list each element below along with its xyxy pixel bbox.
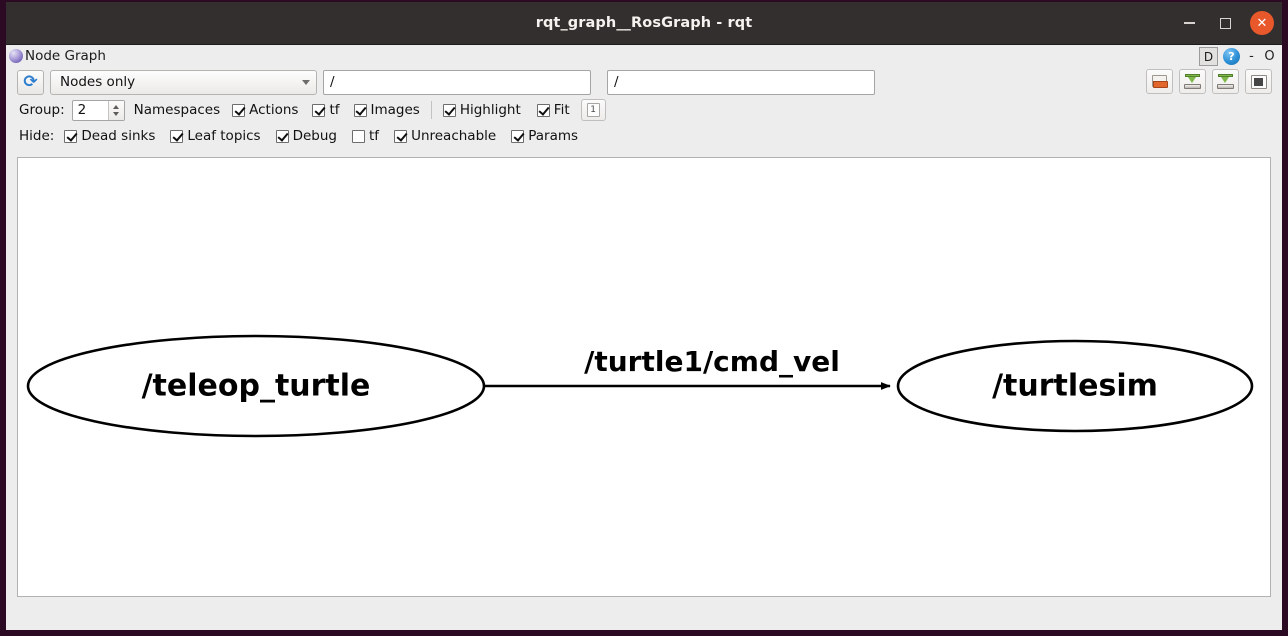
help-icon[interactable]: ? — [1223, 48, 1240, 65]
checkbox-debug[interactable]: Debug — [275, 128, 338, 144]
chevron-down-icon[interactable] — [113, 111, 120, 116]
toolbar-actions — [1146, 69, 1272, 94]
checkbox-leaf-topics-label: Leaf topics — [187, 128, 261, 144]
node-label: /teleop_turtle — [142, 369, 371, 404]
toolbar-group-row: Group: 2 Namespaces Actions tf Images Hi… — [6, 97, 1282, 123]
graph-node-turtlesim[interactable]: /turtlesim — [896, 339, 1254, 433]
maximize-icon[interactable] — [1214, 12, 1236, 34]
checkbox-actions-box[interactable] — [232, 103, 246, 117]
group-label: Group: — [19, 102, 65, 118]
open-folder-icon — [1151, 75, 1168, 88]
save-image-icon — [1217, 74, 1234, 89]
sphere-icon — [9, 49, 23, 63]
checkbox-highlight-label: Highlight — [459, 102, 521, 118]
checkbox-leaf-topics[interactable]: Leaf topics — [170, 128, 261, 144]
toolbar-primary: ⟳ Nodes only / / — [6, 67, 1282, 97]
checkbox-leaf-topics-box[interactable] — [170, 129, 184, 143]
checkbox-highlight-box[interactable] — [442, 103, 456, 117]
checkbox-hide-tf-label: tf — [369, 128, 380, 144]
group-depth-value[interactable]: 2 — [73, 101, 108, 120]
node-filter-input[interactable]: / — [607, 69, 875, 95]
app-window: rqt_graph__RosGraph - rqt ✕ Node Graph D… — [0, 0, 1288, 636]
checkbox-params[interactable]: Params — [511, 128, 578, 144]
load-dot-button[interactable] — [1146, 69, 1173, 94]
checkbox-fit-box[interactable] — [536, 103, 550, 117]
dock-widget-title: Node Graph — [25, 48, 106, 64]
checkbox-unreachable-label: Unreachable — [411, 128, 497, 144]
edge-label: /turtle1/cmd_vel — [584, 345, 840, 378]
graph-node-teleop-turtle[interactable]: /teleop_turtle — [26, 334, 486, 438]
checkbox-dead-sinks-label: Dead sinks — [81, 128, 156, 144]
dock-widget-controls: D ? - O — [1199, 47, 1276, 66]
ros-node-graph[interactable]: /turtle1/cmd_vel /teleop_turtle /turtles… — [18, 158, 1271, 596]
toolbar-separator — [430, 101, 432, 119]
node-label: /turtlesim — [992, 369, 1158, 404]
checkbox-actions[interactable]: Actions — [232, 102, 298, 118]
window-titlebar: rqt_graph__RosGraph - rqt ✕ — [6, 2, 1282, 45]
zoom-reset-button[interactable]: 1 — [580, 99, 606, 121]
fit-screen-button[interactable] — [1245, 69, 1272, 94]
namespaces-label: Namespaces — [133, 102, 221, 118]
checkbox-params-box[interactable] — [511, 129, 525, 143]
group-depth-spin-buttons[interactable] — [107, 100, 124, 120]
group-depth-stepper[interactable]: 2 — [71, 99, 125, 121]
minimize-icon[interactable] — [1178, 12, 1200, 34]
dock-d-button[interactable]: D — [1199, 47, 1218, 66]
graph-canvas[interactable]: /turtle1/cmd_vel /teleop_turtle /turtles… — [17, 157, 1271, 597]
refresh-icon: ⟳ — [23, 71, 38, 92]
window-title: rqt_graph__RosGraph - rqt — [535, 15, 753, 31]
checkbox-fit-label: Fit — [553, 102, 570, 118]
screen-icon — [1250, 74, 1267, 89]
dock-float-icon[interactable]: - — [1245, 49, 1258, 64]
checkbox-unreachable[interactable]: Unreachable — [394, 128, 496, 144]
checkbox-highlight[interactable]: Highlight — [442, 102, 521, 118]
checkbox-images-label: Images — [370, 102, 420, 118]
hide-label: Hide: — [19, 128, 55, 144]
chevron-up-icon[interactable] — [113, 104, 120, 109]
checkbox-params-label: Params — [528, 128, 579, 144]
checkbox-hide-tf-box[interactable] — [352, 129, 366, 143]
refresh-button[interactable]: ⟳ — [17, 69, 44, 95]
checkbox-hide-tf[interactable]: tf — [352, 128, 379, 144]
checkbox-debug-label: Debug — [292, 128, 338, 144]
save-image-button[interactable] — [1212, 69, 1239, 94]
window-controls: ✕ — [1178, 2, 1274, 44]
checkbox-tf-box[interactable] — [312, 103, 326, 117]
checkbox-tf[interactable]: tf — [312, 102, 340, 118]
graph-type-select[interactable]: Nodes only — [50, 69, 317, 95]
toolbar-hide-row: Hide: Dead sinks Leaf topics Debug tf Un… — [6, 123, 1282, 149]
checkbox-debug-box[interactable] — [275, 129, 289, 143]
save-dot-icon — [1184, 74, 1201, 89]
topic-filter-input[interactable]: / — [323, 69, 591, 95]
checkbox-fit[interactable]: Fit — [536, 102, 570, 118]
save-dot-button[interactable] — [1179, 69, 1206, 94]
checkbox-unreachable-box[interactable] — [394, 129, 408, 143]
dock-close-icon[interactable]: O — [1263, 49, 1276, 64]
checkbox-images-box[interactable] — [353, 103, 367, 117]
checkbox-actions-label: Actions — [249, 102, 299, 118]
dock-widget-titlebar: Node Graph D ? - O — [6, 45, 1282, 67]
zoom-one-icon: 1 — [586, 103, 600, 117]
checkbox-tf-label: tf — [329, 102, 340, 118]
checkbox-dead-sinks[interactable]: Dead sinks — [64, 128, 155, 144]
checkbox-dead-sinks-box[interactable] — [64, 129, 78, 143]
graph-type-value: Nodes only — [60, 74, 136, 90]
graph-edge-cmd-vel[interactable]: /turtle1/cmd_vel — [484, 345, 891, 390]
checkbox-images[interactable]: Images — [353, 102, 420, 118]
chevron-down-icon — [302, 79, 310, 85]
close-icon[interactable]: ✕ — [1250, 11, 1274, 35]
